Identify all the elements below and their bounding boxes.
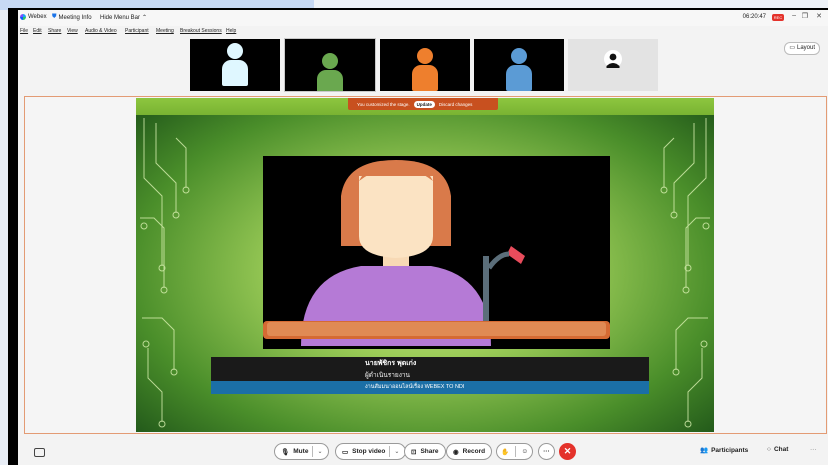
chevron-down-icon[interactable]: ⌄ xyxy=(317,448,322,455)
record-button[interactable]: ◉ Record xyxy=(446,443,493,460)
stage-customized-notice: You customized the stage. Update Discard… xyxy=(348,98,498,110)
more-panels-icon[interactable]: ··· xyxy=(810,446,817,453)
menu-meeting[interactable]: Meeting xyxy=(156,28,174,34)
webex-logo-icon xyxy=(20,14,26,20)
chat-icon: ○ xyxy=(767,446,771,453)
caption-name: นายพัชิกร พุดเก่ง xyxy=(211,357,649,370)
participants-button[interactable]: 👥 Participants xyxy=(700,446,749,455)
chevron-down-icon[interactable]: ⌄ xyxy=(394,448,399,455)
participant-thumbnail[interactable] xyxy=(190,39,280,91)
menu-edit[interactable]: Edit xyxy=(33,28,42,34)
menu-file[interactable]: File xyxy=(20,28,28,34)
chat-label: Chat xyxy=(773,446,789,453)
update-button[interactable]: Update xyxy=(413,100,435,108)
captions-icon[interactable] xyxy=(34,448,45,457)
emoji-icon[interactable]: ☺ xyxy=(521,448,528,455)
stop-video-label: Stop video xyxy=(352,448,386,455)
person-silhouette xyxy=(412,48,438,91)
menu-participant[interactable]: Participant xyxy=(125,28,149,34)
record-label: Record xyxy=(462,448,486,455)
stage: You customized the stage. Update Discard… xyxy=(136,98,714,432)
presenter-video xyxy=(263,156,610,349)
meeting-info-label: Meeting Info xyxy=(58,14,92,21)
person-silhouette xyxy=(317,53,343,91)
stop-video-button[interactable]: ▭ Stop video ⌄ xyxy=(335,443,407,460)
layout-label: Layout xyxy=(796,45,815,51)
app-name[interactable]: Webex xyxy=(20,14,47,20)
minimize-icon[interactable]: – xyxy=(792,12,796,19)
participant-thumbnail[interactable] xyxy=(380,39,470,91)
chevron-up-icon: ⌃ xyxy=(142,15,148,21)
hide-menu-bar-button[interactable]: Hide Menu Bar ⌃ xyxy=(100,14,148,22)
menu-view[interactable]: View xyxy=(67,28,78,34)
control-bar: 🎙 Mute ⌄ ▭ Stop video ⌄ ⊡ Share ◉ Record… xyxy=(18,435,828,465)
caption-role: ผู้ดำเนินรายงาน xyxy=(211,370,649,381)
hide-menu-bar-label: Hide Menu Bar xyxy=(100,14,141,21)
participant-thumbnail[interactable] xyxy=(568,39,658,91)
video-camera-icon: ▭ xyxy=(342,448,349,456)
layout-button[interactable]: ▭ Layout xyxy=(784,42,820,55)
webex-window: Webex ⛊ Meeting Info Hide Menu Bar ⌃ 06:… xyxy=(18,10,828,465)
raise-hand-icon[interactable]: ✋ xyxy=(501,448,509,456)
share-icon: ⊡ xyxy=(411,448,417,456)
participant-thumbnail[interactable] xyxy=(474,39,564,91)
chat-button[interactable]: ○ Chat xyxy=(767,446,788,453)
menu-breakout-sessions[interactable]: Breakout Sessions xyxy=(180,28,222,34)
divider xyxy=(389,446,391,457)
person-silhouette xyxy=(222,43,248,86)
title-bar: Webex ⛊ Meeting Info Hide Menu Bar ⌃ 06:… xyxy=(18,10,828,26)
person-silhouette xyxy=(506,48,532,91)
layout-icon: ▭ xyxy=(789,45,795,51)
more-options-button[interactable]: ··· xyxy=(538,443,555,460)
microphone-icon: 🎙 xyxy=(281,448,290,456)
end-meeting-button[interactable]: ✕ xyxy=(559,443,576,460)
lower-third-caption: นายพัชิกร พุดเก่ง ผู้ดำเนินรายงาน งานสัม… xyxy=(211,357,649,394)
share-label: Share xyxy=(420,448,439,455)
close-icon: ✕ xyxy=(563,446,572,456)
reactions-group[interactable]: ✋ ☺ xyxy=(496,443,533,460)
mute-button[interactable]: 🎙 Mute ⌄ xyxy=(274,443,330,460)
share-button[interactable]: ⊡ Share xyxy=(404,443,446,460)
meeting-info-button[interactable]: ⛊ Meeting Info xyxy=(52,14,92,21)
mute-label: Mute xyxy=(293,448,309,455)
caption-subtitle: งานสัมมนาออนไลน์เรื่อง WEBEX TO NDI xyxy=(211,381,649,394)
circuit-decoration-right xyxy=(660,118,710,428)
restore-icon[interactable]: ❐ xyxy=(802,12,808,20)
presenter-illustration xyxy=(263,156,610,349)
discard-changes-button[interactable]: Discard changes xyxy=(439,102,473,107)
menu-share[interactable]: Share xyxy=(48,28,61,34)
close-icon[interactable]: ✕ xyxy=(816,12,822,20)
more-icon: ··· xyxy=(543,448,550,455)
recording-badge: REC xyxy=(772,14,784,21)
avatar-icon xyxy=(604,50,622,68)
menu-audio-video[interactable]: Audio & Video xyxy=(85,28,117,34)
divider xyxy=(312,446,314,457)
participants-label: Participants xyxy=(711,446,749,454)
notice-text: You customized the stage. xyxy=(357,101,410,107)
shield-icon: ⛊ xyxy=(52,14,57,20)
stage-area: You customized the stage. Update Discard… xyxy=(24,96,827,434)
app-name-label: Webex xyxy=(28,14,47,20)
meeting-clock: 06:20:47 xyxy=(742,14,766,20)
menu-bar: File Edit Share View Audio & Video Parti… xyxy=(18,26,828,38)
record-icon: ◉ xyxy=(453,448,459,456)
divider xyxy=(514,446,516,457)
participant-thumbnail[interactable] xyxy=(284,38,376,92)
circuit-decoration-left xyxy=(140,118,190,428)
participants-icon: 👥 xyxy=(700,447,709,454)
menu-help[interactable]: Help xyxy=(226,28,236,34)
